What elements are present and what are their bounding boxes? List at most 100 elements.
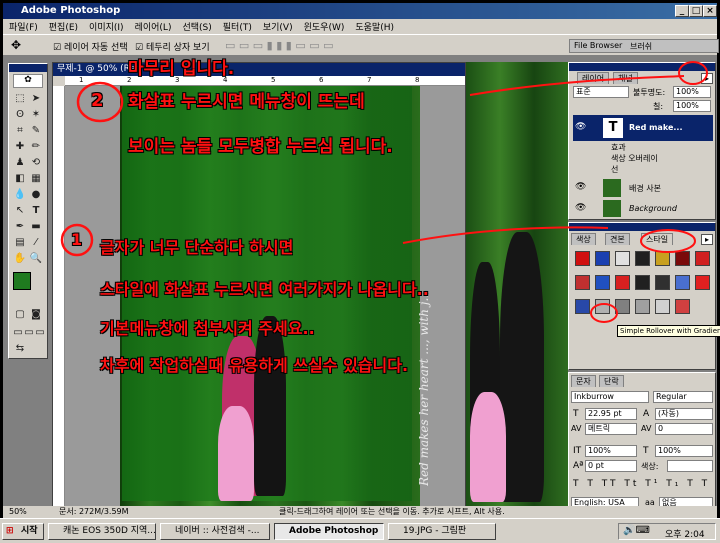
styles-menu-arrow-icon[interactable]: ▸ [701,234,713,245]
style-swatch[interactable] [635,275,650,290]
style-swatch[interactable] [575,299,590,314]
tab-color[interactable]: 색상 [571,233,596,245]
foreground-color-swatch[interactable] [13,272,31,290]
auto-select-checkbox[interactable]: ☑ 레이어 자동 선택 [53,40,128,53]
zoom-level[interactable]: 50% [9,507,27,517]
menu-layer[interactable]: 레이어(L) [135,20,172,33]
start-button[interactable]: ⊞ 시작 [2,523,44,540]
style-swatch[interactable] [655,299,670,314]
tab-character[interactable]: 문자 [571,375,596,387]
close-button[interactable]: × [703,5,717,17]
style-swatch[interactable] [615,299,630,314]
tab-swatches[interactable]: 견본 [605,233,630,245]
quickmask-mode-icon[interactable]: ◙ [29,308,43,322]
marquee-tool-icon[interactable]: ⬚ [13,92,27,106]
text-color-swatch[interactable] [667,460,713,472]
style-swatch[interactable] [655,275,670,290]
eyedropper-icon[interactable]: ⁄ [29,236,43,250]
zoom-tool-icon[interactable]: 🔍 [29,252,43,266]
blend-mode-select[interactable]: 표준 [573,86,629,98]
menu-image[interactable]: 이미지(I) [89,20,124,33]
task-naver[interactable]: 네이버 :: 사전검색 -... [160,523,270,540]
layer-row-background-copy[interactable]: 👁 배경 사본 [573,178,713,198]
horizontal-scale-field[interactable]: 100% [655,445,713,457]
stamp-tool-icon[interactable]: ♟ [13,156,27,170]
style-swatch[interactable] [595,299,610,314]
tray-icons[interactable]: 🔊⌨ [623,525,650,536]
dodge-tool-icon[interactable]: ● [29,188,43,202]
gradient-tool-icon[interactable]: ▦ [29,172,43,186]
fill-field[interactable]: 100% [673,100,711,112]
brush-tool-icon[interactable]: ✏ [29,140,43,154]
opacity-field[interactable]: 100% [673,86,711,98]
move-tool-icon[interactable]: ✥ [11,38,21,52]
vertical-scale-field[interactable]: 100% [585,445,637,457]
style-swatch[interactable] [575,251,590,266]
layers-panel-titlebar[interactable] [569,63,715,71]
blur-tool-icon[interactable]: 💧 [13,188,27,202]
lasso-tool-icon[interactable]: ʘ [13,108,27,122]
layer-row-color-overlay[interactable]: 색상 오버레이 [573,153,713,164]
tab-layers[interactable]: 레이어 [577,72,610,84]
type-tool-icon[interactable]: T [29,204,43,218]
menu-edit[interactable]: 편집(E) [49,20,78,33]
toolbox-titlebar[interactable] [9,64,47,72]
style-swatch[interactable] [575,275,590,290]
horizontal-ruler[interactable]: 1 2 3 4 5 6 7 8 [65,76,465,86]
file-browser-tab[interactable]: File Browser [574,41,622,50]
baseline-shift-field[interactable]: 0 pt [585,460,637,472]
tracking-field[interactable]: 0 [655,423,713,435]
history-brush-icon[interactable]: ⟲ [29,156,43,170]
shape-tool-icon[interactable]: ▬ [29,220,43,234]
jump-to-imageready-icon[interactable]: ⇆ [13,342,27,356]
eye-icon[interactable]: 👁 [575,122,586,132]
hand-tool-icon[interactable]: ✋ [13,252,27,266]
style-swatch[interactable] [615,275,630,290]
style-swatch[interactable] [595,275,610,290]
style-swatch[interactable] [675,275,690,290]
menu-view[interactable]: 보기(V) [263,20,293,33]
show-bounds-checkbox[interactable]: ☑ 테두리 상자 보기 [135,40,210,53]
style-swatch[interactable] [655,251,670,266]
leading-field[interactable]: (자동) [655,408,713,420]
eraser-tool-icon[interactable]: ◧ [13,172,27,186]
menu-filter[interactable]: 필터(T) [223,20,252,33]
style-swatch[interactable] [635,251,650,266]
style-swatch[interactable] [615,251,630,266]
document-title-bar[interactable]: 무제-1 @ 50% (Red ... [53,63,465,76]
notes-tool-icon[interactable]: ▤ [13,236,27,250]
brushes-tab[interactable]: 브러쉬 [630,41,652,52]
standard-mode-icon[interactable]: ▢ [13,308,27,322]
task-paint[interactable]: 19.JPG - 그림판 [388,523,496,540]
layer-row-text[interactable]: 👁 T Red make... [573,115,713,141]
text-style-buttons[interactable]: T T TT Tt T¹ T₁ T T [573,479,710,489]
menu-window[interactable]: 윈도우(W) [304,20,345,33]
menu-select[interactable]: 선택(S) [182,20,211,33]
pen-tool-icon[interactable]: ✒ [13,220,27,234]
style-swatch[interactable] [695,275,710,290]
minimize-button[interactable]: _ [675,5,689,17]
styles-panel-titlebar[interactable] [569,223,715,231]
healing-brush-icon[interactable]: ✚ [13,140,27,154]
screen-mode-3-icon[interactable]: ▭ [33,326,47,340]
magic-wand-icon[interactable]: ✶ [29,108,43,122]
crop-tool-icon[interactable]: ⌗ [13,124,27,138]
layer-row-background[interactable]: 👁 Background [573,200,713,218]
tab-styles[interactable]: 스타일 [641,233,674,245]
layers-menu-arrow-icon[interactable]: ▸ [701,73,713,84]
adobe-logo-icon[interactable]: ✿ [13,74,43,88]
layer-row-effects[interactable]: 효과 [573,142,713,153]
style-swatch[interactable] [595,251,610,266]
path-select-icon[interactable]: ↖ [13,204,27,218]
style-swatch[interactable] [675,299,690,314]
font-family-select[interactable]: Inkburrow [571,391,649,403]
move-tool-button-icon[interactable]: ➤ [29,92,43,106]
task-photoshop[interactable]: Adobe Photoshop [274,523,384,540]
vertical-ruler[interactable] [53,86,65,513]
layer-row-stroke[interactable]: 선 [573,164,713,175]
menu-help[interactable]: 도움말(H) [355,20,394,33]
font-size-field[interactable]: 22.95 pt [585,408,637,420]
tab-channels[interactable]: 채널 [613,72,638,84]
font-style-select[interactable]: Regular [653,391,713,403]
style-swatch[interactable] [635,299,650,314]
